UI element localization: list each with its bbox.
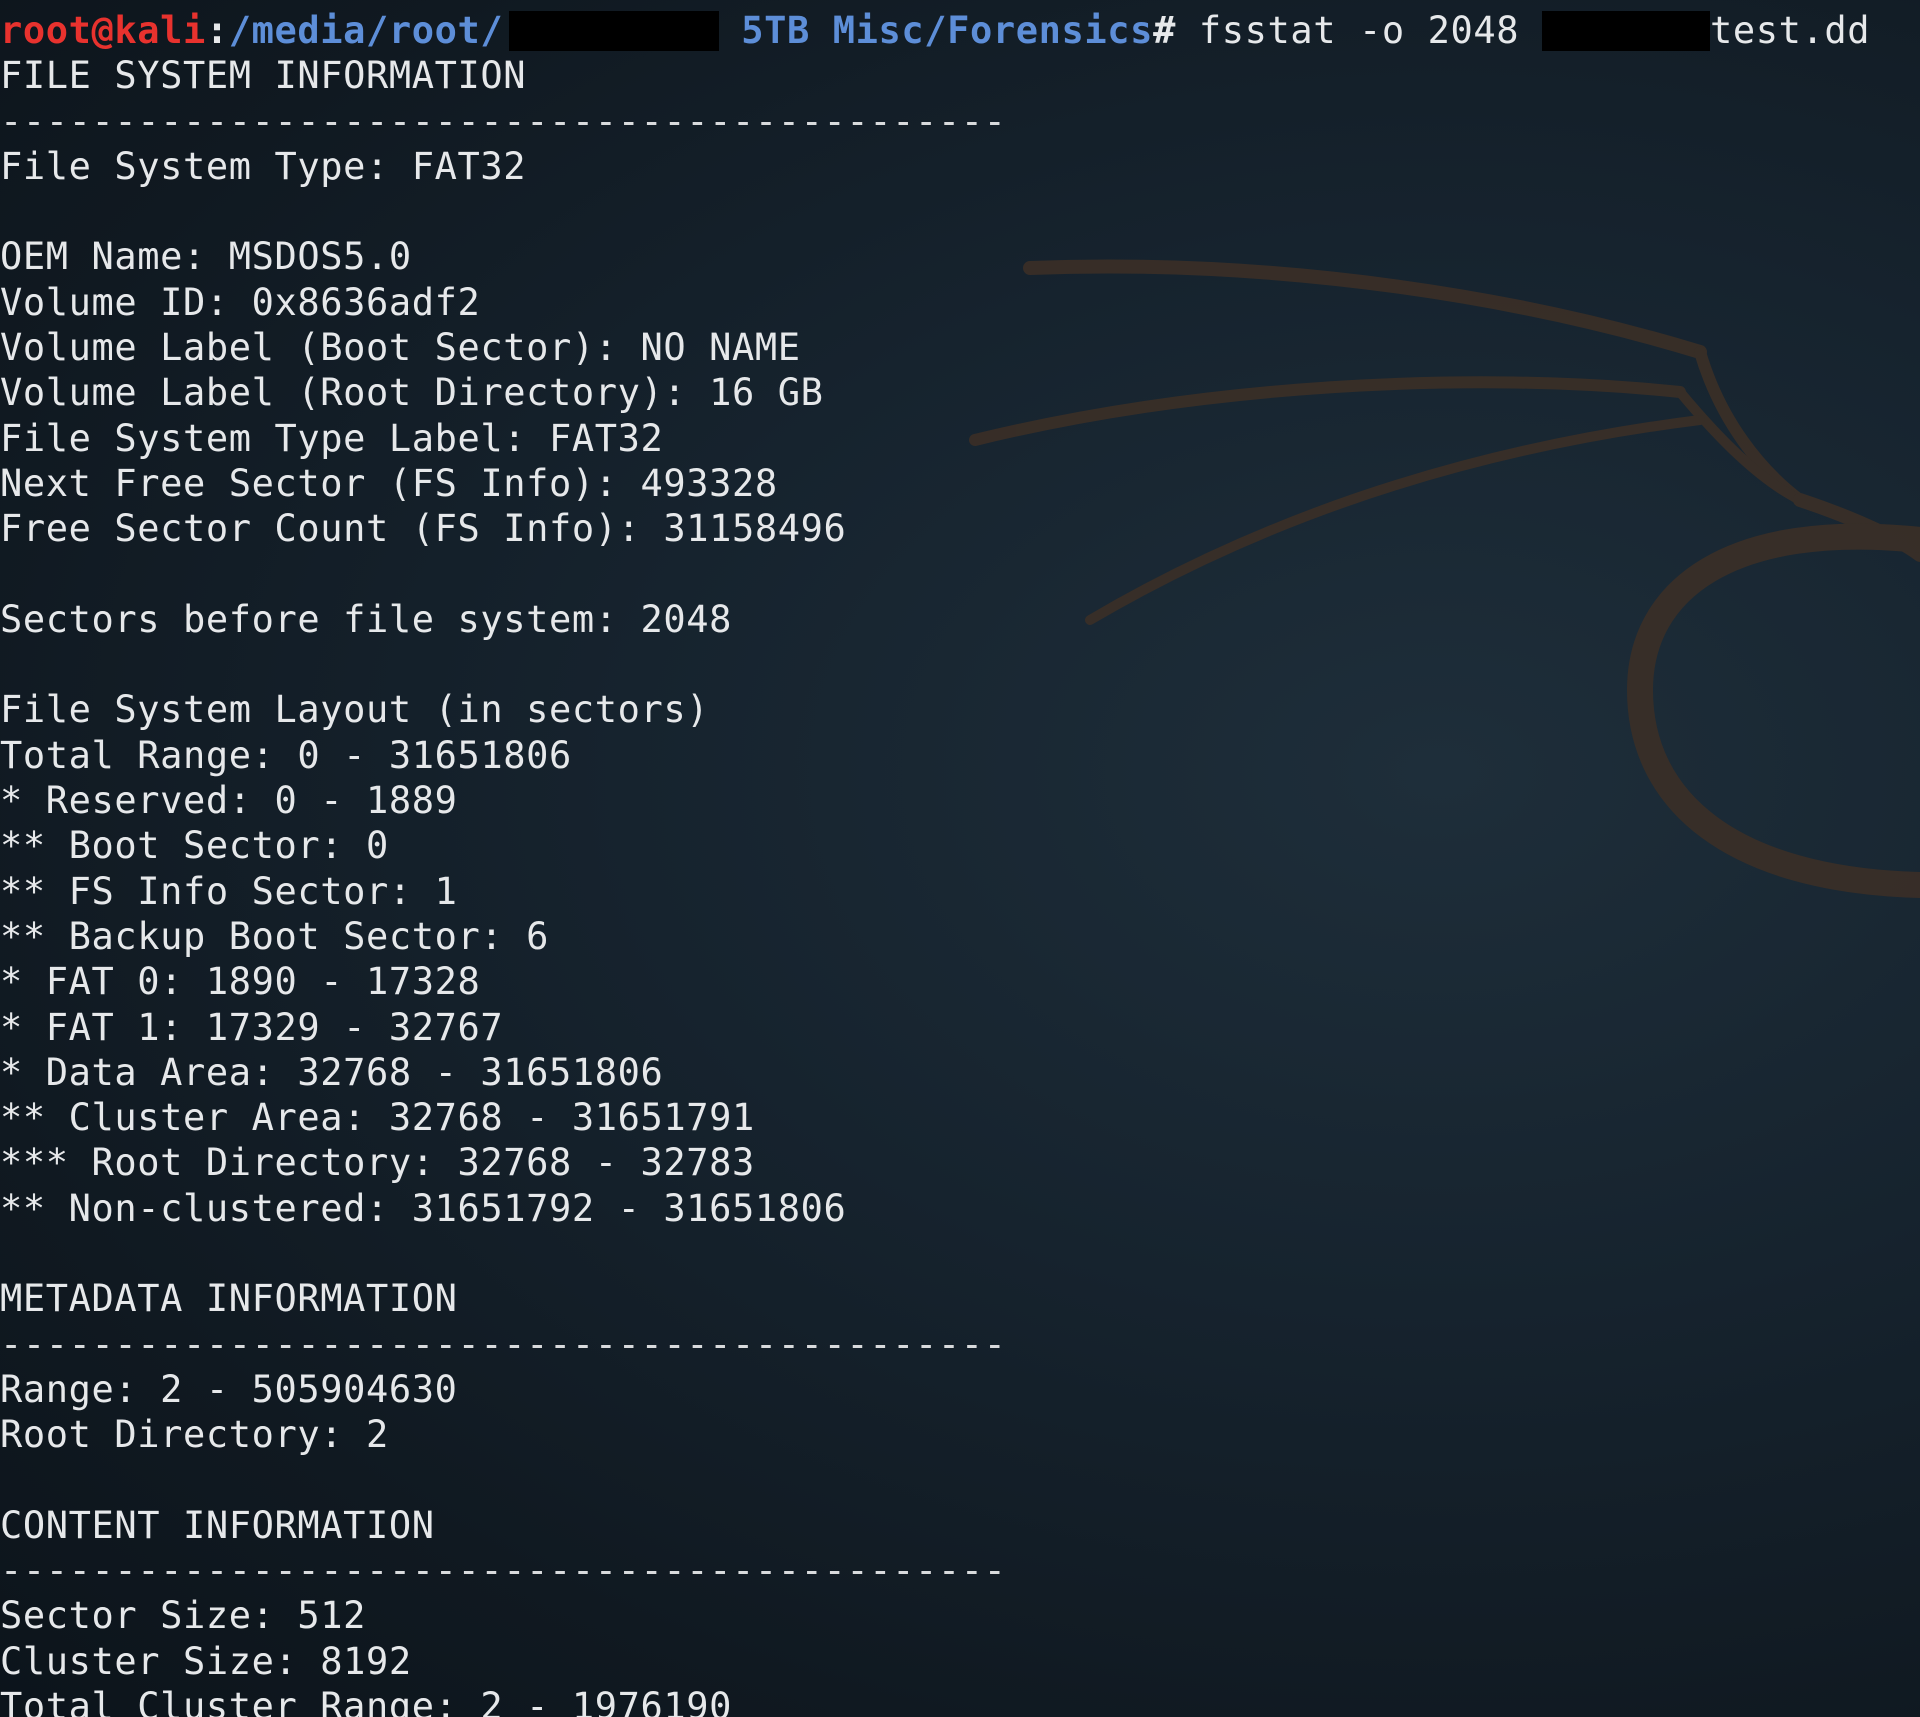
- section-header-content: CONTENT INFORMATION: [0, 1503, 435, 1547]
- output-line: Volume ID: 0x8636adf2: [0, 280, 481, 324]
- output-line: Range: 2 - 505904630: [0, 1367, 458, 1411]
- command-prompt-line: root@kali:/media/root/5TB Misc/Forensics…: [0, 8, 1920, 53]
- prompt-path-end: 5TB Misc/Forensics: [741, 9, 1154, 52]
- command-text: fsstat -o 2048: [1198, 9, 1542, 52]
- output-line: Sectors before file system: 2048: [0, 597, 733, 641]
- output-line: OEM Name: MSDOS5.0: [0, 235, 412, 279]
- divider: ----------------------------------------…: [0, 1549, 1007, 1593]
- prompt-separator: :: [205, 9, 229, 52]
- prompt-user-host: root@kali: [0, 9, 206, 52]
- layout-line: * Reserved: 0 - 1889: [0, 779, 458, 823]
- output-line: Cluster Size: 8192: [0, 1639, 412, 1683]
- layout-line: ** Boot Sector: 0: [0, 824, 389, 868]
- output-line: File System Layout (in sectors): [0, 688, 710, 732]
- layout-line: ** Backup Boot Sector: 6: [0, 914, 550, 958]
- terminal-output[interactable]: root@kali:/media/root/5TB Misc/Forensics…: [0, 8, 1920, 1717]
- section-header-fs: FILE SYSTEM INFORMATION: [0, 54, 527, 98]
- output-line: Sector Size: 512: [0, 1594, 367, 1638]
- section-header-metadata: METADATA INFORMATION: [0, 1277, 458, 1321]
- layout-line: * FAT 0: 1890 - 17328: [0, 960, 481, 1004]
- prompt-hash: #: [1153, 9, 1199, 52]
- output-line: Next Free Sector (FS Info): 493328: [0, 461, 778, 505]
- output-line: Free Sector Count (FS Info): 31158496: [0, 507, 847, 551]
- layout-line: * Data Area: 32768 - 31651806: [0, 1050, 664, 1094]
- layout-line: Total Range: 0 - 31651806: [0, 733, 572, 777]
- redaction-bar: [1541, 11, 1710, 51]
- output-line: Volume Label (Boot Sector): NO NAME: [0, 326, 801, 370]
- command-filename: test.dd: [1709, 9, 1871, 52]
- divider: ----------------------------------------…: [0, 1322, 1007, 1366]
- layout-line: ** Cluster Area: 32768 - 31651791: [0, 1096, 755, 1140]
- output-line: File System Type: FAT32: [0, 144, 527, 188]
- redaction-bar: [509, 11, 720, 51]
- divider: ----------------------------------------…: [0, 99, 1007, 143]
- layout-line: *** Root Directory: 32768 - 32783: [0, 1141, 755, 1185]
- layout-line: * FAT 1: 17329 - 32767: [0, 1005, 504, 1049]
- output-line: File System Type Label: FAT32: [0, 416, 664, 460]
- output-line: Root Directory: 2: [0, 1413, 389, 1457]
- output-line: Volume Label (Root Directory): 16 GB: [0, 371, 824, 415]
- prompt-path-start: /media/root/: [228, 9, 504, 52]
- output-line: Total Cluster Range: 2 - 1976190: [0, 1684, 733, 1717]
- layout-line: ** Non-clustered: 31651792 - 31651806: [0, 1186, 847, 1230]
- layout-line: ** FS Info Sector: 1: [0, 869, 458, 913]
